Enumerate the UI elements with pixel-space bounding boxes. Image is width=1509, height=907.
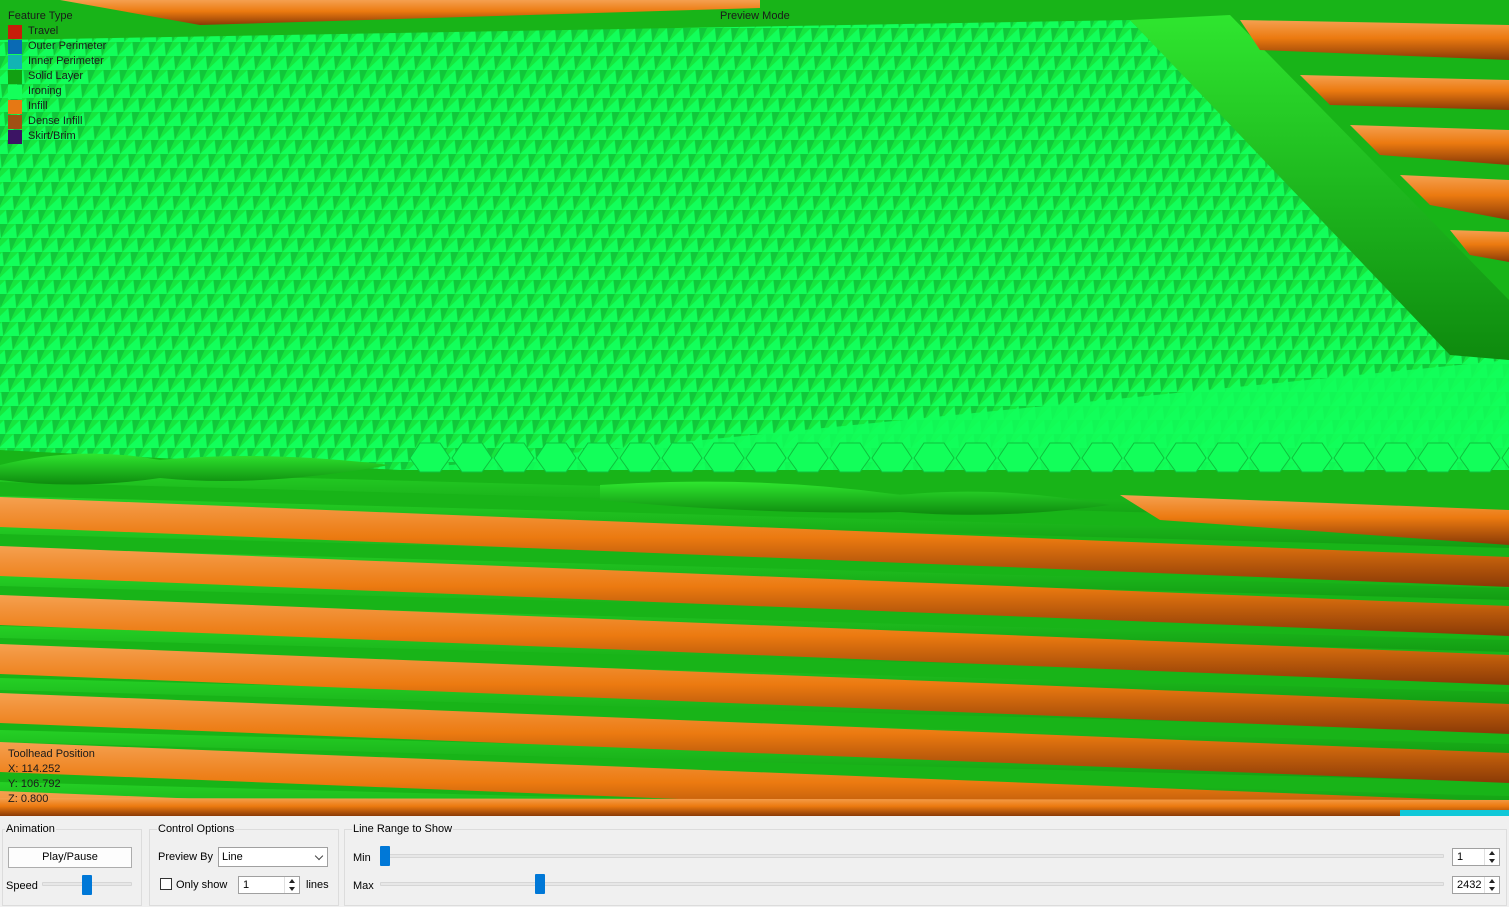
spin-arrows-icon[interactable] bbox=[284, 877, 299, 893]
infill-rod bbox=[1300, 75, 1509, 110]
skirt-brim-swatch bbox=[8, 129, 22, 144]
legend-item: Ironing bbox=[8, 84, 106, 99]
preview-mode-label: Preview Mode bbox=[720, 10, 790, 22]
legend-item: Dense Infill bbox=[8, 114, 106, 129]
only-show-checkbox[interactable] bbox=[160, 878, 172, 890]
legend-item: Travel bbox=[8, 24, 106, 39]
legend-item: Skirt/Brim bbox=[8, 129, 106, 144]
speed-slider-handle[interactable] bbox=[82, 875, 92, 895]
max-spinbox[interactable]: 2432 bbox=[1452, 876, 1500, 894]
feature-type-legend: Feature Type Travel Outer Perimeter Inner … bbox=[8, 9, 106, 144]
only-show-label: Only show bbox=[176, 879, 228, 891]
legend-item-label: Infill bbox=[28, 100, 48, 112]
min-slider[interactable] bbox=[380, 854, 1444, 858]
max-slider-handle[interactable] bbox=[535, 874, 546, 894]
infill-rod bbox=[0, 798, 1509, 816]
legend-item-label: Solid Layer bbox=[28, 70, 84, 82]
toolhead-z: Z: 0.800 bbox=[8, 793, 49, 805]
control-options-title: Control Options bbox=[157, 823, 236, 835]
only-show-value: 1 bbox=[243, 879, 250, 891]
play-pause-button[interactable]: Play/Pause bbox=[8, 847, 132, 868]
spin-arrows-icon[interactable] bbox=[1484, 849, 1499, 865]
legend-item: Solid Layer bbox=[8, 69, 106, 84]
infill-swatch bbox=[8, 99, 22, 114]
legend-item-label: Travel bbox=[28, 25, 59, 37]
max-label: Max bbox=[353, 880, 374, 892]
min-slider-handle[interactable] bbox=[380, 846, 390, 866]
preview-by-value: Line bbox=[222, 851, 243, 863]
legend-item-label: Ironing bbox=[28, 85, 62, 97]
animation-title: Animation bbox=[5, 823, 56, 835]
preview-by-label: Preview By bbox=[158, 851, 214, 863]
speed-label: Speed bbox=[6, 880, 38, 892]
legend-item-label: Skirt/Brim bbox=[28, 130, 76, 142]
legend-item-label: Dense Infill bbox=[28, 115, 83, 127]
print-preview-scene bbox=[0, 0, 1509, 816]
only-show-spinbox[interactable]: 1 bbox=[238, 876, 300, 894]
toolhead-x: X: 114.252 bbox=[8, 763, 61, 775]
chevron-down-icon bbox=[314, 851, 324, 861]
preview-by-select[interactable]: Line bbox=[218, 847, 328, 867]
legend-item: Outer Perimeter bbox=[8, 39, 106, 54]
control-panel: Animation Play/Pause Speed Control Optio… bbox=[0, 816, 1509, 907]
min-label: Min bbox=[353, 852, 371, 864]
lines-label: lines bbox=[306, 879, 329, 891]
solid-layer-swatch bbox=[8, 69, 22, 84]
legend-item-label: Inner Perimeter bbox=[28, 55, 104, 67]
legend-item-label: Outer Perimeter bbox=[28, 40, 107, 52]
legend-title: Feature Type bbox=[8, 10, 73, 22]
line-range-title: Line Range to Show bbox=[352, 823, 454, 835]
outer-perimeter-swatch bbox=[8, 39, 22, 54]
line-range-group bbox=[344, 829, 1507, 906]
toolhead-title: Toolhead Position bbox=[8, 748, 95, 760]
gcode-preview-viewport[interactable]: Feature Type Travel Outer Perimeter Inner … bbox=[0, 0, 1509, 816]
dense-infill-swatch bbox=[8, 114, 22, 129]
ironing-swatch bbox=[8, 84, 22, 99]
toolhead-position: Toolhead Position X: 114.252 Y: 106.792 … bbox=[8, 747, 95, 807]
spin-arrows-icon[interactable] bbox=[1484, 877, 1499, 893]
inner-perimeter-swatch bbox=[8, 54, 22, 69]
max-value: 2432 bbox=[1457, 879, 1482, 891]
travel-swatch bbox=[8, 24, 22, 39]
min-spinbox[interactable]: 1 bbox=[1452, 848, 1500, 866]
min-value: 1 bbox=[1457, 851, 1464, 863]
legend-item: Infill bbox=[8, 99, 106, 114]
legend-item: Inner Perimeter bbox=[8, 54, 106, 69]
control-options-group bbox=[149, 829, 339, 906]
toolhead-y: Y: 106.792 bbox=[8, 778, 61, 790]
